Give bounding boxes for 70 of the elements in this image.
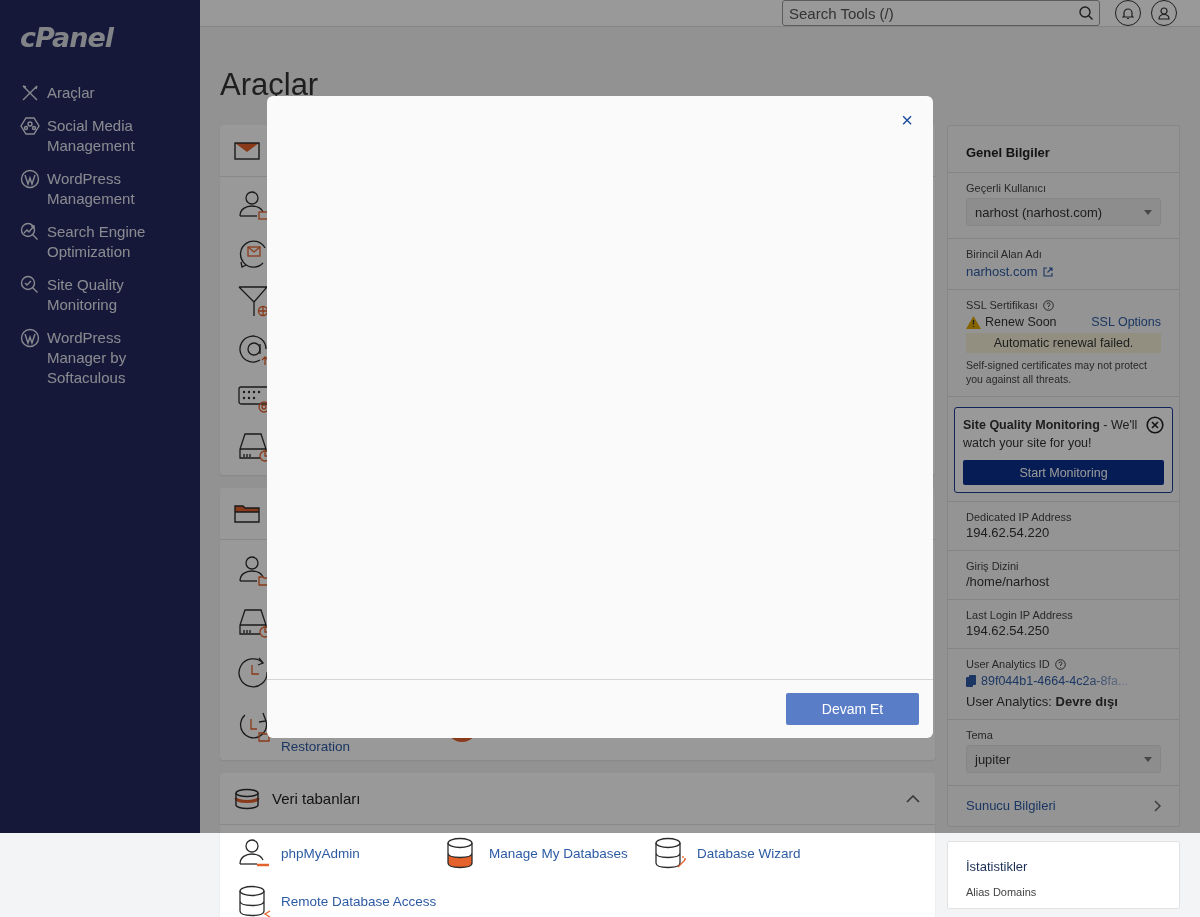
field-label: Giriş Dizini bbox=[966, 560, 1019, 572]
ssl-status: Renew Soon bbox=[985, 315, 1057, 329]
close-button[interactable] bbox=[1146, 416, 1164, 434]
user-icon bbox=[1158, 6, 1170, 20]
tool-link[interactable]: Restoration bbox=[237, 697, 351, 754]
sidebar-item[interactable]: Social Media Management bbox=[20, 116, 180, 156]
search-field[interactable]: Search Tools (/) bbox=[782, 0, 1100, 26]
caret-icon bbox=[1144, 756, 1152, 762]
analytics-id: 89f044b1-4664-4c2a-8fa... bbox=[981, 674, 1129, 688]
tool-link[interactable]: Database Wizard bbox=[653, 836, 801, 870]
tool-link[interactable]: Manage My Databases bbox=[445, 836, 628, 870]
sidebar-item[interactable]: WordPress Management bbox=[20, 169, 180, 209]
help-icon[interactable] bbox=[1054, 658, 1066, 670]
select-field[interactable]: jupiter bbox=[966, 745, 1161, 773]
bell-icon bbox=[1122, 6, 1134, 20]
server-info-link[interactable]: Sunucu Bilgileri bbox=[948, 785, 1179, 826]
search-icon bbox=[1079, 6, 1093, 20]
close-icon bbox=[1146, 416, 1164, 434]
field-label: Last Login IP Address bbox=[966, 609, 1073, 621]
select-field[interactable]: narhost (narhost.com) bbox=[966, 198, 1161, 226]
field-value: 194.62.54.220 bbox=[966, 525, 1051, 540]
ssl-options-link[interactable]: SSL Options bbox=[1091, 315, 1161, 329]
database-icon bbox=[234, 787, 260, 810]
panel-title: İstatistikler bbox=[965, 858, 1029, 876]
stat-label: Alias Domains bbox=[965, 886, 1038, 898]
sidebar-item[interactable]: WordPress Manager by Softaculous bbox=[20, 328, 180, 388]
field-label: SSL Sertifikası bbox=[966, 299, 1038, 311]
ssl-note: Self-signed certificates may not protect you against all threats. bbox=[966, 358, 1148, 386]
group-title: Veri tabanları bbox=[272, 790, 361, 807]
chart-magnifier-icon bbox=[20, 222, 40, 242]
sidebar-item[interactable]: Araçlar bbox=[20, 83, 180, 103]
field-value: /home/narhost bbox=[966, 574, 1051, 589]
notifications-button[interactable] bbox=[1115, 0, 1141, 26]
tools-icon bbox=[20, 83, 40, 103]
copy-icon[interactable] bbox=[966, 675, 976, 687]
wordpress-icon bbox=[20, 328, 40, 348]
tool-link[interactable]: Remote Database Access bbox=[237, 884, 437, 917]
page-title: Araçlar bbox=[220, 66, 319, 104]
chevron-up-icon[interactable] bbox=[906, 794, 920, 803]
help-icon[interactable] bbox=[1042, 299, 1054, 311]
renewal-alert: Automatic renewal failed. bbox=[966, 333, 1161, 353]
envelope-icon bbox=[234, 139, 260, 162]
tool-link[interactable]: phpMyAdmin bbox=[237, 836, 360, 870]
external-link-icon bbox=[1042, 266, 1053, 277]
sidebar-item[interactable]: Search Engine Optimization bbox=[20, 222, 180, 262]
field-label: Geçerli Kullanıcı bbox=[966, 182, 1047, 194]
folder-icon bbox=[234, 502, 260, 525]
warning-icon bbox=[966, 315, 981, 329]
sidebar-item[interactable]: Site Quality Monitoring bbox=[20, 275, 180, 315]
cpanel-logo: cPanel bbox=[19, 21, 115, 55]
field-label: Dedicated IP Address bbox=[966, 511, 1072, 523]
field-label: Birincil Alan Adı bbox=[966, 248, 1042, 260]
chevron-right-icon bbox=[1154, 799, 1161, 812]
field-value: 194.62.54.250 bbox=[966, 623, 1051, 638]
analytics-status: User Analytics: Devre dışı bbox=[966, 694, 1119, 709]
wordpress-icon bbox=[20, 169, 40, 189]
caret-icon bbox=[1144, 209, 1152, 215]
start-monitoring-button[interactable]: Start Monitoring bbox=[963, 460, 1164, 485]
promo-text: Site Quality Monitoring - We'll watch your site for you! bbox=[963, 417, 1139, 452]
panel-title: Genel Bilgiler bbox=[965, 144, 1051, 162]
domain-link[interactable]: narhost.com bbox=[966, 264, 1053, 279]
database-remote-icon bbox=[237, 884, 271, 917]
search-check-icon bbox=[20, 275, 40, 295]
close-button[interactable]: × bbox=[898, 109, 916, 131]
field-label: User Analytics ID bbox=[966, 658, 1050, 670]
hexagon-network-icon bbox=[20, 116, 40, 136]
user-menu-button[interactable] bbox=[1151, 0, 1177, 26]
continue-button[interactable]: Devam Et bbox=[786, 693, 919, 725]
database-wand-icon bbox=[653, 836, 687, 870]
field-label: Tema bbox=[966, 729, 993, 741]
